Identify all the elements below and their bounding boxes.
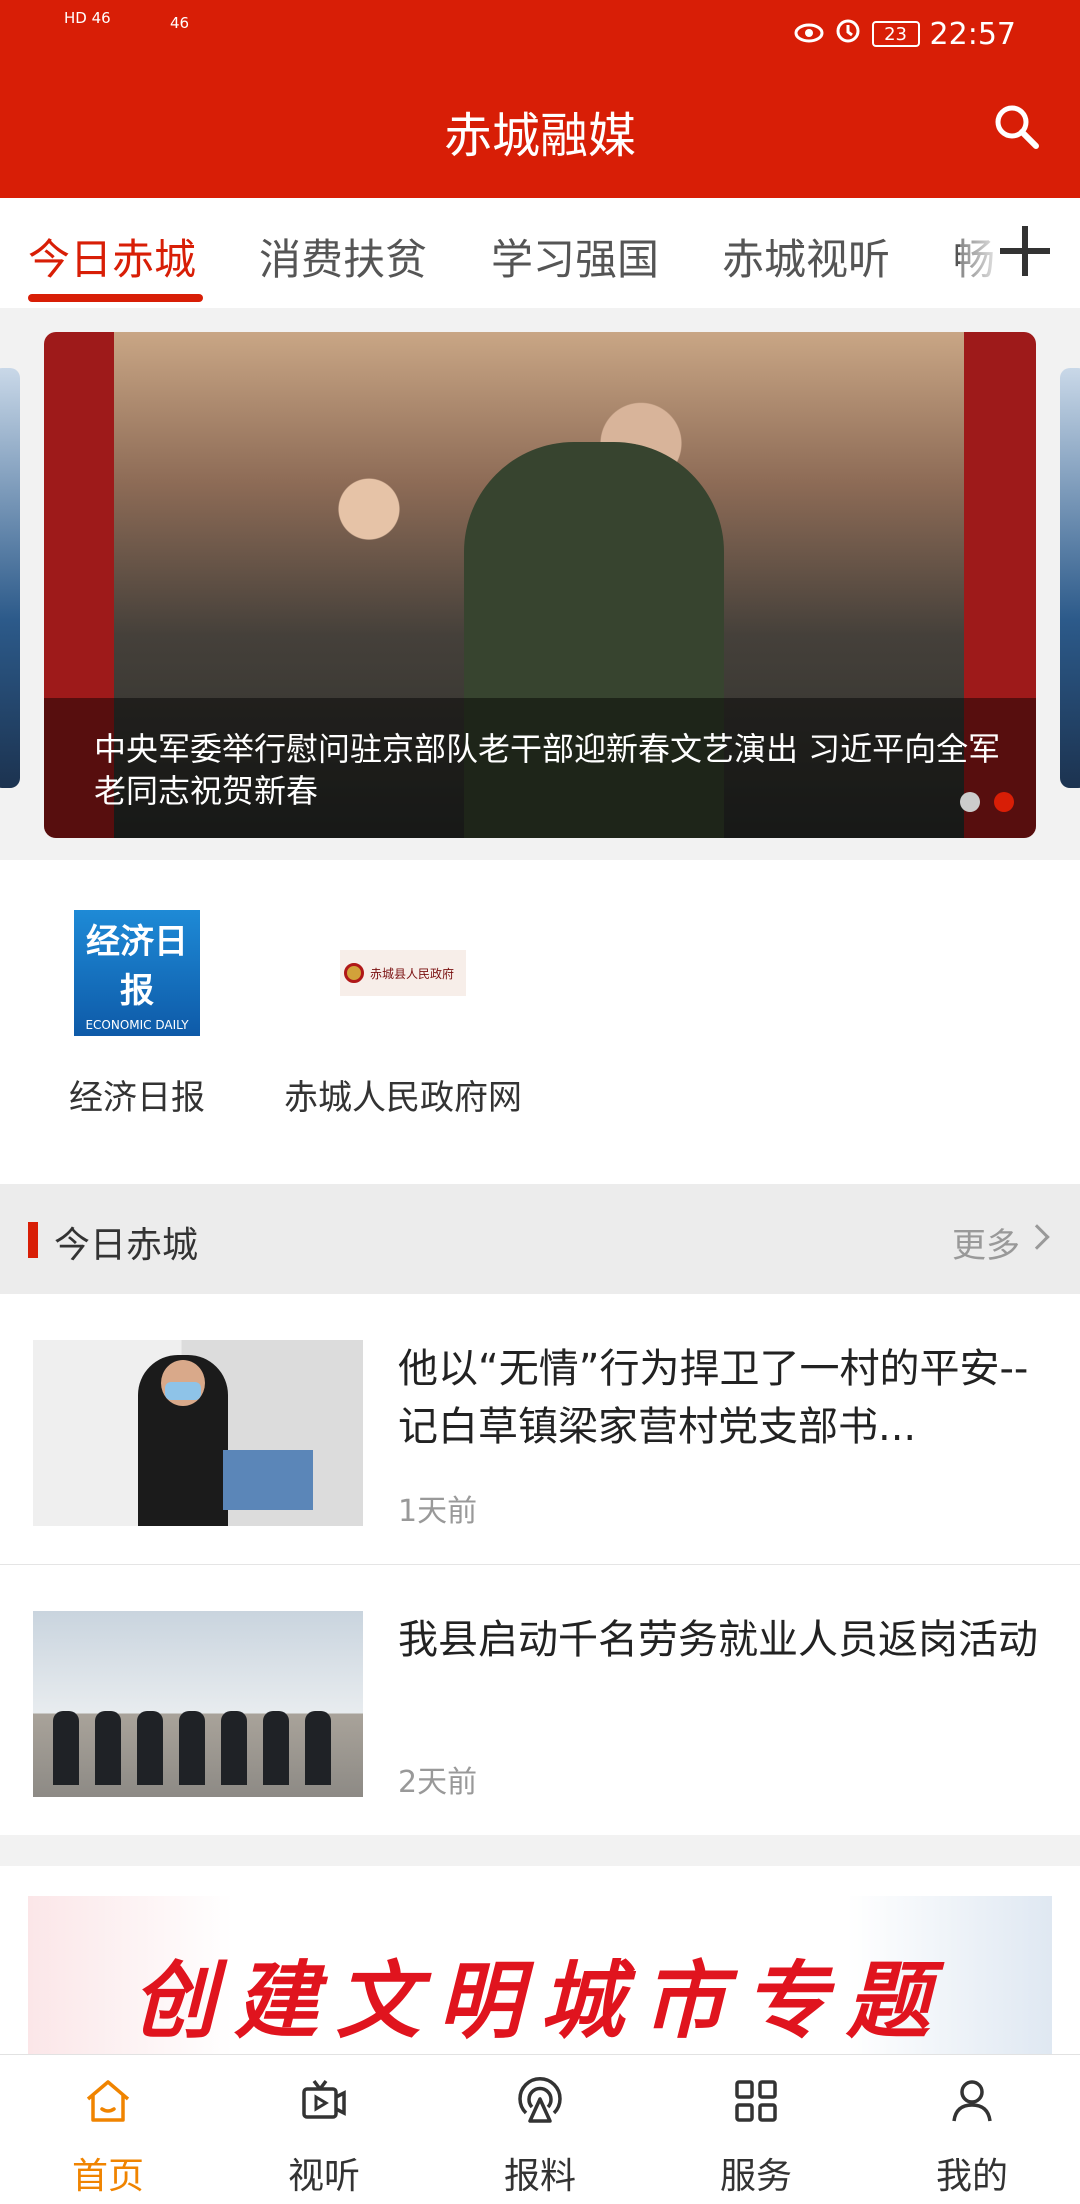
- shortcut-label: 赤城人民政府网: [284, 1078, 522, 1118]
- news-title: 他以“无情”行为捍卫了一村的平安--记白草镇梁家营村党支部书...: [398, 1346, 1029, 1450]
- shortcut-label: 经济日报: [69, 1078, 205, 1118]
- nav-label-profile: 我的: [935, 2156, 1008, 2197]
- search-button[interactable]: [988, 98, 1044, 154]
- thumb-mask: [165, 1382, 201, 1400]
- news-time: 2天前: [398, 1765, 478, 1800]
- alarm-icon: [834, 16, 862, 52]
- thumb-figure: [263, 1711, 289, 1785]
- channel-tabs: 今日赤城 消费扶贫 学习强国 赤城视听 畅: [0, 198, 1080, 308]
- grid-icon: [735, 2080, 777, 2122]
- thumb-figure: [179, 1711, 205, 1785]
- shortcut-economic-daily[interactable]: 经济日报 ECONOMIC DAILY 经济日报: [62, 910, 212, 1119]
- thumb-figure: [53, 1711, 79, 1785]
- prev-slide-peek[interactable]: [0, 368, 20, 788]
- tab-study-strong[interactable]: 学习强国: [491, 226, 659, 287]
- shortcut-grid: 经济日报 ECONOMIC DAILY 经济日报 赤城县人民政府 赤城人民政府网: [0, 860, 1080, 1184]
- nav-profile[interactable]: 我的: [897, 2073, 1047, 2199]
- app-title: 赤城融媒: [443, 108, 636, 164]
- home-icon: [86, 2080, 130, 2122]
- thumb-object: [223, 1450, 313, 1510]
- emblem-icon: [344, 963, 364, 983]
- more-link[interactable]: 更多: [952, 1218, 1020, 1267]
- nav-label-home: 首页: [71, 2156, 144, 2197]
- video-icon: [302, 2079, 346, 2119]
- banner-carousel: 中央军委举行慰问驻京部队老干部迎新春文艺演出 习近平向全军老同志祝贺新春: [0, 308, 1080, 860]
- nav-report[interactable]: 报料: [465, 2073, 615, 2199]
- carousel-dot-2[interactable]: [994, 792, 1014, 812]
- thumb-figure: [305, 1711, 331, 1785]
- gov-site-logo: 赤城县人民政府: [340, 910, 466, 1036]
- add-channel-button[interactable]: [1000, 226, 1050, 276]
- status-bar: HD 46 46 23 22:57: [0, 0, 1080, 66]
- nav-label-services: 服务: [719, 2156, 792, 2197]
- economic-daily-logo-text: 经济日报: [86, 922, 188, 1011]
- eye-icon: [794, 17, 824, 52]
- nav-label-report: 报料: [503, 2156, 576, 2197]
- nav-home[interactable]: 首页: [33, 2073, 183, 2199]
- tab-chicheng-av[interactable]: 赤城视听: [722, 226, 890, 287]
- economic-daily-logo: 经济日报 ECONOMIC DAILY: [74, 910, 200, 1036]
- thumb-figure: [137, 1711, 163, 1785]
- banner-slide[interactable]: 中央军委举行慰问驻京部队老干部迎新春文艺演出 习近平向全军老同志祝贺新春: [44, 332, 1036, 838]
- news-item[interactable]: 我县启动千名劳务就业人员返岗活动 2天前: [0, 1565, 1080, 1835]
- chevron-right-icon[interactable]: [1024, 1224, 1050, 1250]
- shortcut-gov-site[interactable]: 赤城县人民政府 赤城人民政府网: [268, 910, 538, 1119]
- section-header: 今日赤城 更多: [0, 1184, 1080, 1294]
- battery-level: 23: [884, 23, 907, 45]
- nav-label-video: 视听: [287, 2156, 360, 2197]
- news-time: 1天前: [398, 1494, 478, 1529]
- signal-indicator-left: HD 46: [64, 8, 111, 28]
- signal-text-left: HD 46: [64, 9, 111, 27]
- tab-today-chicheng[interactable]: 今日赤城: [28, 226, 196, 287]
- search-icon: [995, 105, 1039, 149]
- active-tab-indicator: [28, 294, 203, 302]
- section-title: 今日赤城: [54, 1225, 199, 1266]
- nav-services[interactable]: 服务: [681, 2073, 831, 2199]
- section-accent-bar: [28, 1222, 38, 1258]
- carousel-dot-1[interactable]: [960, 792, 980, 812]
- news-thumbnail: [33, 1340, 363, 1526]
- promo-title: 创建文明城市专题: [131, 1951, 948, 2050]
- nav-video[interactable]: 视听: [249, 2073, 399, 2199]
- bottom-nav: 首页 视听 报料 服务 我的: [0, 2054, 1080, 2204]
- app-header: HD 46 46 23 22:57 赤城融媒: [0, 0, 1080, 198]
- banner-caption: 中央军委举行慰问驻京部队老干部迎新春文艺演出 习近平向全军老同志祝贺新春: [94, 730, 1001, 810]
- clock: 22:57: [929, 16, 1016, 52]
- next-slide-peek[interactable]: [1060, 368, 1080, 788]
- promo-banner[interactable]: 创建文明城市专题: [28, 1896, 1052, 2054]
- tab-consumer-poverty[interactable]: 消费扶贫: [259, 226, 427, 287]
- user-icon: [952, 2080, 992, 2122]
- banner-caption-bg: 中央军委举行慰问驻京部队老干部迎新春文艺演出 习近平向全军老同志祝贺新春: [44, 698, 1036, 838]
- news-title: 我县启动千名劳务就业人员返岗活动: [398, 1617, 1038, 1663]
- broadcast-icon: [518, 2076, 562, 2123]
- economic-daily-logo-sub: ECONOMIC DAILY: [85, 1018, 189, 1032]
- news-item[interactable]: 他以“无情”行为捍卫了一村的平安--记白草镇梁家营村党支部书... 1天前: [0, 1294, 1080, 1564]
- gov-site-banner: 赤城县人民政府: [340, 950, 466, 996]
- gov-site-logo-text: 赤城县人民政府: [370, 966, 455, 981]
- status-right: 23 22:57: [794, 14, 1016, 54]
- news-thumbnail: [33, 1611, 363, 1797]
- carousel-dots: [960, 792, 1014, 812]
- signal-text-right: 46: [170, 14, 190, 32]
- thumb-figure: [221, 1711, 247, 1785]
- promo-section: 创建文明城市专题: [0, 1866, 1080, 2054]
- thumb-figure: [95, 1711, 121, 1785]
- signal-indicator-right: 46: [170, 14, 189, 32]
- battery-indicator: 23: [871, 21, 920, 47]
